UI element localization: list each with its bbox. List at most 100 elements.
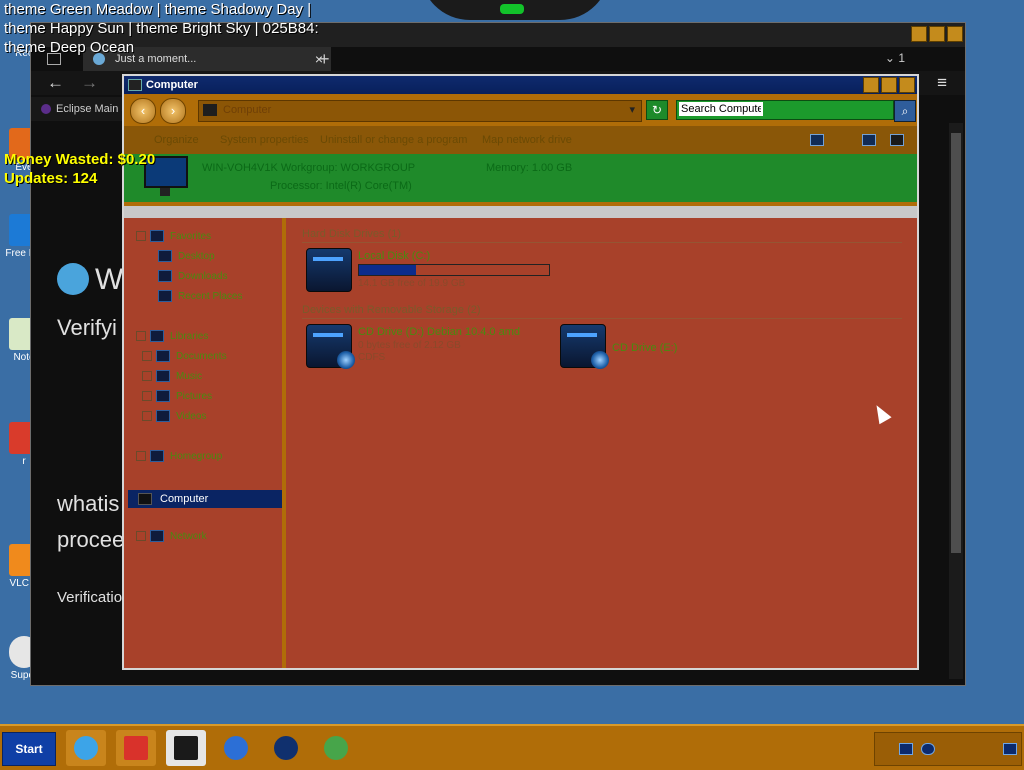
menu-button[interactable]: ≡ (937, 73, 947, 93)
app-icon[interactable] (116, 730, 156, 766)
expand-icon[interactable] (142, 391, 152, 402)
theme-line-3[interactable]: theme Deep Ocean (4, 38, 319, 57)
nav-libraries[interactable]: Libraries (136, 328, 208, 346)
search-input[interactable] (679, 102, 763, 116)
system-tray (874, 732, 1022, 766)
expand-icon[interactable] (142, 351, 152, 362)
nav-pictures[interactable]: Pictures (142, 388, 212, 406)
minimize-button[interactable] (911, 26, 927, 42)
nav-favorites[interactable]: Favorites (136, 228, 211, 246)
refresh-button[interactable]: ↻ (646, 100, 668, 120)
nav-computer[interactable]: Computer (128, 490, 282, 508)
minimize-button[interactable] (863, 77, 879, 93)
close-button[interactable] (947, 26, 963, 42)
address-field[interactable]: Computer ▾ (198, 100, 642, 122)
nav-label: Libraries (170, 331, 209, 342)
library-icon (150, 330, 164, 343)
browser-window-controls (911, 26, 963, 42)
collapse-icon[interactable] (136, 331, 146, 342)
documents-icon (156, 350, 170, 363)
map-drive-button[interactable]: Map network drive (482, 134, 572, 146)
show-desktop-icon[interactable] (1003, 743, 1017, 755)
drive-c[interactable]: Local Disk (C:) 14.1 GB free of 19.9 GB (306, 248, 586, 296)
scrollbar-thumb[interactable] (951, 133, 961, 553)
network-icon[interactable] (899, 743, 913, 755)
system-properties-button[interactable]: System properties (220, 134, 309, 146)
theme-line-2[interactable]: theme Happy Sun | theme Bright Sky | 025… (4, 19, 319, 38)
explorer-window: Computer ‹ › Computer ▾ ↻ ⌕ Organize Sys… (122, 74, 919, 670)
nav-downloads[interactable]: Downloads (158, 268, 227, 286)
details-memory: Memory: 1.00 GB (486, 162, 573, 174)
nav-label: Computer (160, 493, 209, 505)
ie-icon[interactable] (66, 730, 106, 766)
search-box (676, 100, 894, 120)
pictures-icon (156, 390, 170, 403)
details-processor: Processor: Intel(R) Core(TM) (270, 180, 412, 192)
uninstall-button[interactable]: Uninstall or change a program (320, 134, 467, 146)
back-button[interactable]: ← (47, 73, 64, 93)
media-player-icon[interactable] (216, 730, 256, 766)
close-button[interactable] (899, 77, 915, 93)
browser-scrollbar[interactable] (949, 123, 963, 679)
network-icon (150, 530, 164, 543)
explorer-window-controls (863, 77, 915, 93)
view-icon[interactable] (810, 134, 824, 146)
address-path: Computer (223, 104, 272, 116)
volume-icon[interactable] (921, 743, 935, 755)
details-line-1: WIN-VOH4V1K Workgroup: WORKGROUP (202, 162, 416, 174)
maximize-button[interactable] (881, 77, 897, 93)
nav-homegroup[interactable]: Homegroup (136, 448, 222, 466)
nav-label: Homegroup (170, 451, 223, 462)
nav-documents[interactable]: Documents (142, 348, 227, 366)
page-heading: W (95, 263, 123, 296)
top-notch (420, 0, 610, 20)
taskbar: Start (0, 724, 1024, 770)
bookmark-icon (41, 104, 51, 115)
status-led (500, 4, 524, 14)
expand-icon[interactable] (142, 371, 152, 382)
browser-taskbar-icon[interactable] (316, 730, 356, 766)
group-header-hdd[interactable]: Hard Disk Drives (1) (302, 228, 902, 243)
explorer-taskbar-icon[interactable] (166, 730, 206, 766)
globe-icon (57, 263, 89, 295)
globe-icon[interactable] (266, 730, 306, 766)
chevron-down-icon[interactable]: ▾ (629, 103, 635, 116)
explorer-content: Favorites Desktop Downloads Recent Place… (124, 218, 917, 668)
bookmark-label: Eclipse Main S (56, 103, 129, 115)
nav-label: Videos (176, 411, 207, 422)
group-header-removable[interactable]: Devices with Removable Storage (2) (302, 304, 902, 319)
command-bar: Organize System properties Uninstall or … (124, 126, 917, 154)
drive-e[interactable]: CD Drive (E:) (560, 324, 720, 374)
nav-desktop[interactable]: Desktop (158, 248, 215, 266)
nav-label: Desktop (178, 251, 215, 262)
theme-line-1[interactable]: theme Green Meadow | theme Shadowy Day | (4, 0, 319, 19)
nav-music[interactable]: Music (142, 368, 202, 386)
drive-free-space: 14.1 GB free of 19.9 GB (358, 278, 466, 289)
usage-bar (358, 264, 550, 276)
nav-recent[interactable]: Recent Places (158, 288, 242, 306)
organize-button[interactable]: Organize (154, 134, 199, 146)
nav-videos[interactable]: Videos (142, 408, 206, 426)
preview-pane-icon[interactable] (862, 134, 876, 146)
collapse-icon[interactable] (136, 231, 146, 242)
star-icon (150, 230, 164, 243)
computer-icon (203, 104, 217, 116)
music-icon (156, 370, 170, 383)
nav-network[interactable]: Network (136, 528, 207, 546)
cd-drive-icon (306, 324, 355, 370)
maximize-button[interactable] (929, 26, 945, 42)
start-button[interactable]: Start (2, 732, 56, 766)
drive-d[interactable]: CD Drive (D:) Debian 10.4.0 amd 0 bytes … (306, 324, 546, 374)
nav-label: Favorites (170, 231, 212, 242)
search-icon[interactable]: ⌕ (894, 100, 916, 122)
tab-count[interactable]: ⌄ 1 (885, 51, 905, 65)
forward-button[interactable]: → (81, 73, 98, 93)
forward-button[interactable]: › (160, 98, 186, 124)
expand-icon[interactable] (136, 531, 146, 542)
back-button[interactable]: ‹ (130, 98, 156, 124)
web-page-content: W Verifyi whatis procee Verificatio (31, 123, 123, 683)
expand-icon[interactable] (136, 451, 146, 462)
expand-icon[interactable] (142, 411, 152, 422)
help-icon[interactable] (890, 134, 904, 146)
new-tab-button[interactable]: + (319, 49, 330, 70)
